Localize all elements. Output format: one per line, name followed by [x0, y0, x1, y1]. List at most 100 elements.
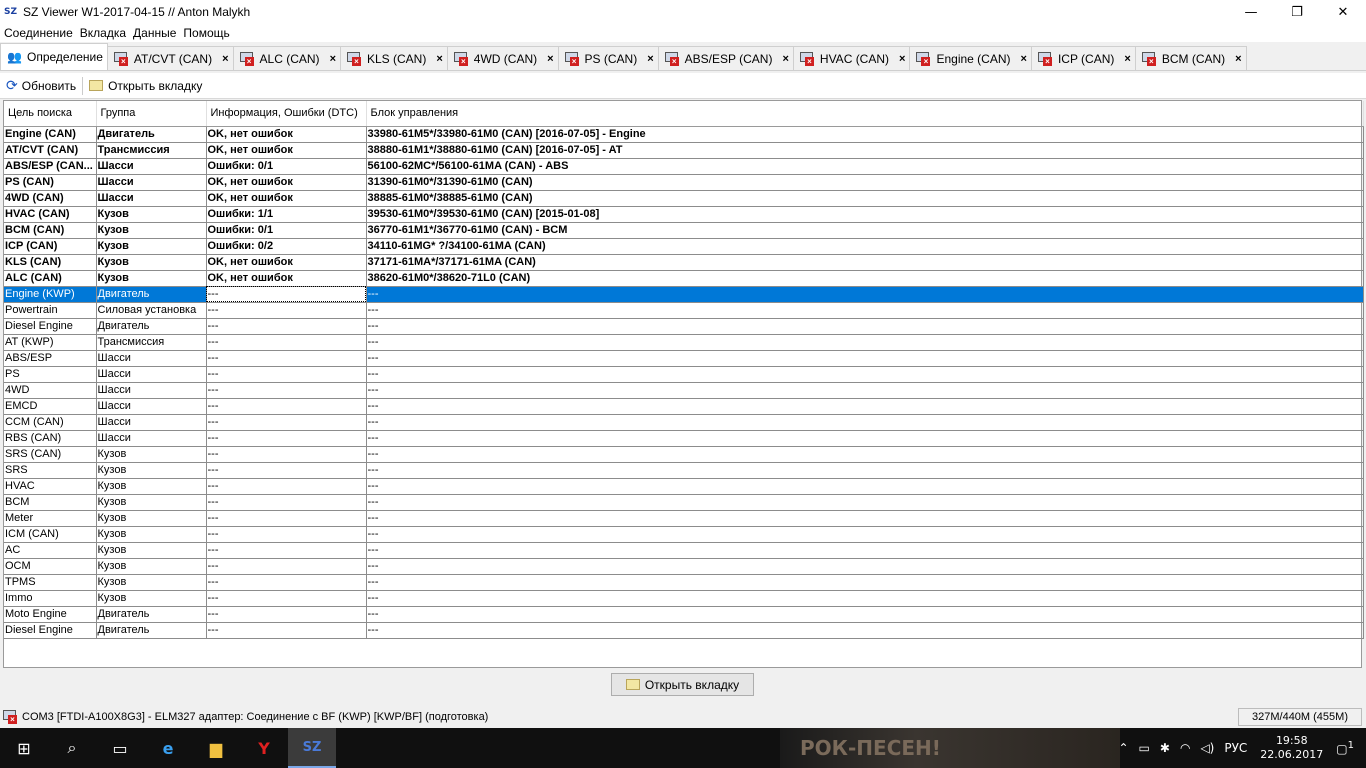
table-row[interactable]: BCM Кузов --- ---: [4, 494, 1364, 511]
refresh-button[interactable]: ⟳ Обновить: [0, 75, 82, 97]
language-indicator[interactable]: РУС: [1219, 741, 1252, 755]
table-row[interactable]: Engine (CAN) Двигатель OK, нет ошибок 33980…: [4, 126, 1364, 143]
table-row[interactable]: Powertrain Силовая установка --- ---: [4, 302, 1364, 319]
table-row[interactable]: ABS/ESP (CAN... Шасси Ошибки: 0/1 56100-62M…: [4, 158, 1364, 175]
tab-close-icon[interactable]: ×: [222, 53, 228, 65]
close-button[interactable]: ✕: [1320, 0, 1366, 24]
table-row[interactable]: RBS (CAN) Шасси --- ---: [4, 430, 1364, 447]
column-header-3[interactable]: Блок управления: [366, 101, 1364, 127]
tab-10[interactable]: × BCM (CAN) ×: [1134, 46, 1247, 70]
open-tab-button[interactable]: Открыть вкладку: [611, 673, 754, 696]
tab-9[interactable]: × ICP (CAN) ×: [1030, 46, 1136, 70]
menu-item-1[interactable]: Вкладка: [76, 26, 129, 40]
volume-icon[interactable]: ◁): [1195, 741, 1219, 755]
maximize-button[interactable]: ❐: [1274, 0, 1320, 24]
tab-7[interactable]: × HVAC (CAN) ×: [792, 46, 911, 70]
tab-5[interactable]: × PS (CAN) ×: [557, 46, 659, 70]
search-icon[interactable]: ⌕: [48, 728, 96, 768]
table-cell: ---: [366, 590, 1364, 607]
table-row[interactable]: SRS Кузов --- ---: [4, 462, 1364, 479]
table-cell: 39530-61M0*/39530-61M0 (CAN) [2015-01-08…: [366, 206, 1364, 223]
table-row[interactable]: SRS (CAN) Кузов --- ---: [4, 446, 1364, 463]
tab-close-icon[interactable]: ×: [899, 53, 905, 65]
task-view-icon[interactable]: ▭: [96, 728, 144, 768]
table-cell: OK, нет ошибок: [206, 254, 367, 271]
sz-viewer-taskbar-icon[interactable]: SZ: [288, 728, 336, 768]
column-header-2[interactable]: Информация, Ошибки (DTC): [206, 101, 367, 127]
notifications-icon[interactable]: ▢1: [1331, 740, 1366, 756]
table-row[interactable]: Diesel Engine Двигатель --- ---: [4, 622, 1364, 639]
wifi-icon[interactable]: ◠: [1175, 741, 1195, 755]
chevron-up-icon[interactable]: ⌃: [1113, 741, 1133, 755]
table-row[interactable]: BCM (CAN) Кузов Ошибки: 0/1 36770-61M1*/367…: [4, 222, 1364, 239]
tab-3[interactable]: × KLS (CAN) ×: [340, 46, 448, 70]
tab-6[interactable]: × ABS/ESP (CAN) ×: [657, 46, 794, 70]
table-cell: SRS (CAN): [4, 446, 97, 463]
tab-4[interactable]: × 4WD (CAN) ×: [446, 46, 559, 70]
tab-close-icon[interactable]: ×: [547, 53, 553, 65]
table-row[interactable]: 4WD (CAN) Шасси OK, нет ошибок 38885-61M0*/…: [4, 190, 1364, 207]
table-row[interactable]: Moto Engine Двигатель --- ---: [4, 606, 1364, 623]
table-row[interactable]: ABS/ESP Шасси --- ---: [4, 350, 1364, 367]
table-row[interactable]: HVAC Кузов --- ---: [4, 478, 1364, 495]
bluetooth-icon[interactable]: ✱: [1155, 741, 1175, 755]
taskbar: РОК-ПЕСЕН! ⊞ ⌕ ▭ e ▆ Y SZ ⌃ ▭ ✱ ◠ ◁) РУС…: [0, 728, 1366, 768]
table-row[interactable]: HVAC (CAN) Кузов Ошибки: 1/1 39530-61M0*/39…: [4, 206, 1364, 223]
table-cell: ---: [366, 334, 1364, 351]
column-header-0[interactable]: Цель поиска: [4, 101, 97, 127]
table-row[interactable]: AT (KWP) Трансмиссия --- ---: [4, 334, 1364, 351]
minimize-button[interactable]: —: [1228, 0, 1274, 24]
table-row[interactable]: ICP (CAN) Кузов Ошибки: 0/2 34110-61MG* ?/3…: [4, 238, 1364, 255]
table-row[interactable]: EMCD Шасси --- ---: [4, 398, 1364, 415]
tab-label: 4WD (CAN): [473, 51, 538, 66]
table-row[interactable]: ALC (CAN) Кузов OK, нет ошибок 38620-61M0*/…: [4, 270, 1364, 287]
table-row[interactable]: PS Шасси --- ---: [4, 366, 1364, 383]
results-grid[interactable]: Цель поиска Группа Информация, Ошибки (DTC…: [3, 100, 1364, 668]
table-row[interactable]: TPMS Кузов --- ---: [4, 574, 1364, 591]
table-row[interactable]: PS (CAN) Шасси OK, нет ошибок 31390-61M0*/3…: [4, 174, 1364, 191]
table-row[interactable]: Engine (KWP) Двигатель --- ---: [4, 286, 1364, 303]
tab-close-icon[interactable]: ×: [1021, 53, 1027, 65]
table-cell: Diesel Engine: [4, 622, 97, 639]
folder-icon: [89, 80, 104, 91]
table-row[interactable]: AC Кузов --- ---: [4, 542, 1364, 559]
table-row[interactable]: Immo Кузов --- ---: [4, 590, 1364, 607]
table-row[interactable]: ICM (CAN) Кузов --- ---: [4, 526, 1364, 543]
tab-close-icon[interactable]: ×: [1235, 53, 1241, 65]
tab-close-icon[interactable]: ×: [782, 53, 788, 65]
column-header-1[interactable]: Группа: [96, 101, 207, 127]
title-bar[interactable]: SZ SZ Viewer W1-2017-04-15 // Anton Maly…: [0, 0, 1366, 24]
yandex-browser-icon[interactable]: Y: [240, 728, 288, 768]
table-cell: Шасси: [96, 414, 207, 431]
table-cell: Шасси: [96, 366, 207, 383]
tab-close-icon[interactable]: ×: [330, 53, 336, 65]
table-row[interactable]: AT/CVT (CAN) Трансмиссия OK, нет ошибок 388…: [4, 142, 1364, 159]
edge-browser-icon[interactable]: e: [144, 728, 192, 768]
tab-close-icon[interactable]: ×: [647, 53, 653, 65]
tab-close-icon[interactable]: ×: [1124, 53, 1130, 65]
tab-2[interactable]: × ALC (CAN) ×: [232, 46, 341, 70]
open-tab-toolbar-button[interactable]: Открыть вкладку: [83, 75, 208, 97]
menu-item-2[interactable]: Данные: [129, 26, 179, 40]
file-explorer-icon[interactable]: ▆: [192, 728, 240, 768]
menu-item-0[interactable]: Соединение: [0, 26, 76, 40]
table-cell: ---: [366, 382, 1364, 399]
table-row[interactable]: 4WD Шасси --- ---: [4, 382, 1364, 399]
tab-0[interactable]: 👥 Определение: [0, 43, 108, 70]
tab-8[interactable]: × Engine (CAN) ×: [909, 46, 1032, 70]
tab-close-icon[interactable]: ×: [436, 53, 442, 65]
table-row[interactable]: Diesel Engine Двигатель --- ---: [4, 318, 1364, 335]
table-row[interactable]: CCM (CAN) Шасси --- ---: [4, 414, 1364, 431]
folder-icon: [625, 679, 640, 690]
table-row[interactable]: Meter Кузов --- ---: [4, 510, 1364, 527]
windows-start-icon[interactable]: ⊞: [0, 728, 48, 768]
table-cell: ---: [366, 414, 1364, 431]
table-cell: ---: [206, 414, 367, 431]
clock[interactable]: 19:58 22.06.2017: [1252, 734, 1331, 762]
table-cell: 36770-61M1*/36770-61M0 (CAN) - BCM: [366, 222, 1364, 239]
menu-item-3[interactable]: Помощь: [179, 26, 232, 40]
tab-1[interactable]: × AT/CVT (CAN) ×: [106, 46, 234, 70]
table-row[interactable]: OCM Кузов --- ---: [4, 558, 1364, 575]
battery-icon[interactable]: ▭: [1134, 741, 1155, 755]
table-row[interactable]: KLS (CAN) Кузов OK, нет ошибок 37171-61MA*/…: [4, 254, 1364, 271]
